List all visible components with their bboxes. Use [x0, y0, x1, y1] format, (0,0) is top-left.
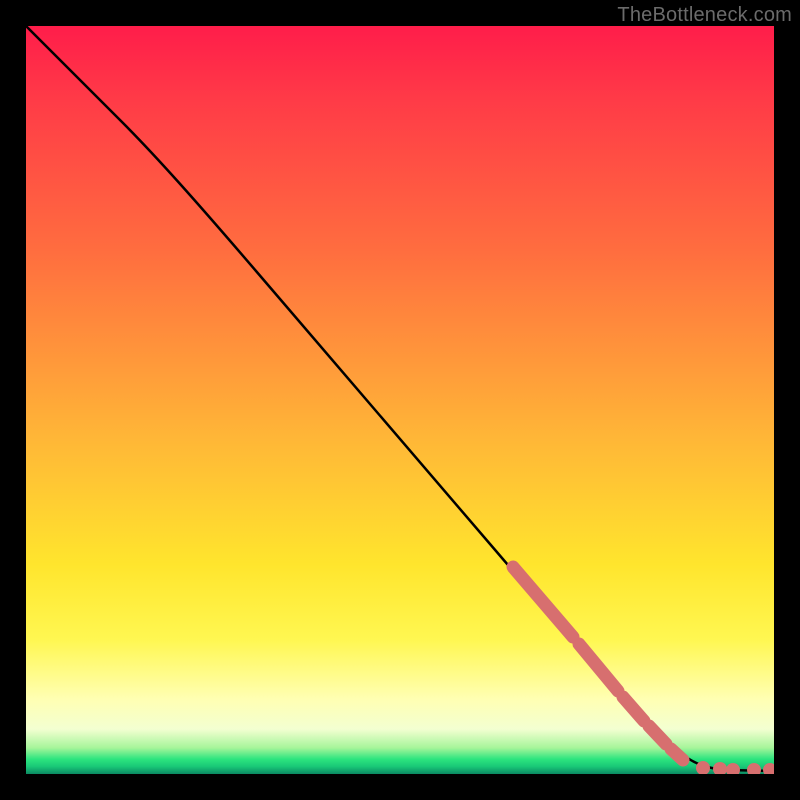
- curve-layer: [26, 26, 774, 774]
- highlight-dot: [713, 762, 727, 774]
- highlight-dot: [726, 763, 740, 774]
- plot-area: [26, 26, 774, 774]
- highlight-seg: [579, 644, 618, 691]
- highlight-seg: [623, 697, 644, 721]
- watermark-text: TheBottleneck.com: [617, 4, 792, 27]
- chart-stage: TheBottleneck.com: [0, 0, 800, 800]
- highlight-seg: [671, 749, 683, 760]
- main-curve: [26, 26, 774, 771]
- highlight-seg: [649, 726, 666, 744]
- highlight-seg: [513, 567, 573, 637]
- highlight-points: [696, 761, 774, 774]
- highlight-dot: [747, 763, 761, 774]
- highlight-segments: [513, 567, 683, 760]
- highlight-dot: [763, 763, 774, 774]
